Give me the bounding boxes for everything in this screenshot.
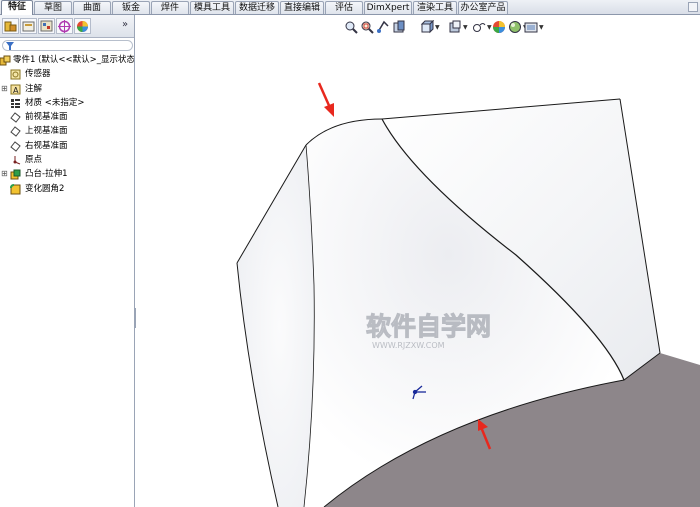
tree-root-label: 零件1 (默认<<默认>_显示状态 [13, 55, 134, 65]
tree-item-label: 注解 [25, 83, 43, 94]
command-tab-0[interactable]: 特征 [1, 0, 33, 15]
left-face[interactable] [237, 145, 315, 507]
command-manager-tabs: 特征 草图 曲面 钣金 焊件 模具工具 数据迁移 直接编辑 评估 DimXpert 渲染工具 办公室产… [0, 0, 700, 15]
feature-manager-pane: » 零件1 (默认<<默认>_显示状态 传感器 ⊞ A 注解材质 <未指定> 前视基准面… [0, 15, 135, 507]
tab-strip-menu-button[interactable] [688, 2, 698, 12]
plane-icon [10, 112, 21, 123]
origin-icon [13, 156, 21, 165]
feature-tree: 零件1 (默认<<默认>_显示状态 传感器 ⊞ A 注解材质 <未指定> 前视基准面上视… [0, 53, 134, 196]
dimxpert-icon [58, 20, 71, 33]
command-tab-6[interactable]: 数据迁移 [235, 1, 279, 14]
display-manager-tab[interactable] [74, 18, 91, 34]
annotation-icon: A [10, 84, 21, 95]
tree-item-label: 右视基准面 [25, 140, 68, 151]
tree-item-label: 前视基准面 [25, 112, 68, 123]
configuration-icon [40, 20, 53, 32]
material-icon [11, 98, 20, 108]
expand-toggle-icon[interactable]: ⊞ [1, 82, 9, 96]
watermark-url: WWW.RJZXW.COM [372, 341, 445, 350]
boss-extrude-icon [10, 169, 21, 180]
tree-item-6[interactable]: 原点 [0, 153, 134, 167]
part-icon [0, 55, 11, 66]
command-tab-3[interactable]: 钣金 [112, 1, 150, 14]
property-manager-tab[interactable] [20, 18, 37, 34]
command-tab-2[interactable]: 曲面 [73, 1, 111, 14]
command-tab-1[interactable]: 草图 [34, 1, 72, 14]
display-manager-icon [77, 21, 88, 32]
more-tabs-chevron-icon[interactable]: » [122, 19, 128, 30]
svg-text:A: A [13, 86, 19, 95]
command-tab-5[interactable]: 模具工具 [190, 1, 234, 14]
tree-item-label: 上视基准面 [25, 126, 68, 137]
tree-item-0[interactable]: 传感器 [0, 67, 134, 81]
manager-tab-bar: » [0, 15, 134, 38]
command-tab-9[interactable]: DimXpert [364, 1, 412, 14]
watermark-title: 软件自学网 [366, 312, 491, 341]
property-manager-icon [22, 21, 35, 32]
tree-item-7[interactable]: ⊞ 凸台-拉伸1 [0, 167, 134, 181]
tree-root-part[interactable]: 零件1 (默认<<默认>_显示状态 [0, 53, 134, 67]
tree-item-label: 凸台-拉伸1 [25, 169, 68, 180]
filter-icon [6, 42, 14, 50]
plane-icon [10, 126, 21, 138]
feature-tree-icon [4, 21, 17, 32]
command-tab-11[interactable]: 办公室产品 [458, 1, 508, 14]
command-tab-4[interactable]: 焊件 [151, 1, 189, 14]
tree-item-1[interactable]: ⊞ A 注解 [0, 82, 134, 96]
feature-tree-filter[interactable] [2, 40, 133, 51]
plane-icon [10, 141, 21, 152]
tree-item-4[interactable]: 上视基准面 [0, 124, 134, 138]
tree-item-3[interactable]: 前视基准面 [0, 110, 134, 124]
command-tab-10[interactable]: 渲染工具 [413, 1, 457, 14]
tree-item-5[interactable]: 右视基准面 [0, 139, 134, 153]
graphics-area[interactable]: ▼▼▼▼▼ [136, 15, 700, 507]
tree-item-label: 原点 [25, 155, 43, 166]
sensor-icon [10, 69, 21, 80]
tree-item-label: 变化圆角2 [25, 183, 65, 194]
tree-item-label: 材质 <未指定> [25, 97, 85, 108]
configuration-manager-tab[interactable] [38, 18, 55, 34]
command-tab-8[interactable]: 评估 [325, 1, 363, 14]
command-tab-7[interactable]: 直接编辑 [280, 1, 324, 14]
variable-fillet-icon [10, 183, 21, 195]
tree-item-2[interactable]: 材质 <未指定> [0, 96, 134, 110]
tree-item-label: 传感器 [25, 69, 51, 80]
expand-toggle-icon[interactable]: ⊞ [1, 167, 9, 181]
feature-manager-tab[interactable] [2, 18, 19, 34]
tree-item-8[interactable]: 变化圆角2 [0, 182, 134, 196]
model-view: 软件自学网 WWW.RJZXW.COM [236, 82, 700, 507]
dimxpert-manager-tab[interactable] [56, 18, 73, 34]
